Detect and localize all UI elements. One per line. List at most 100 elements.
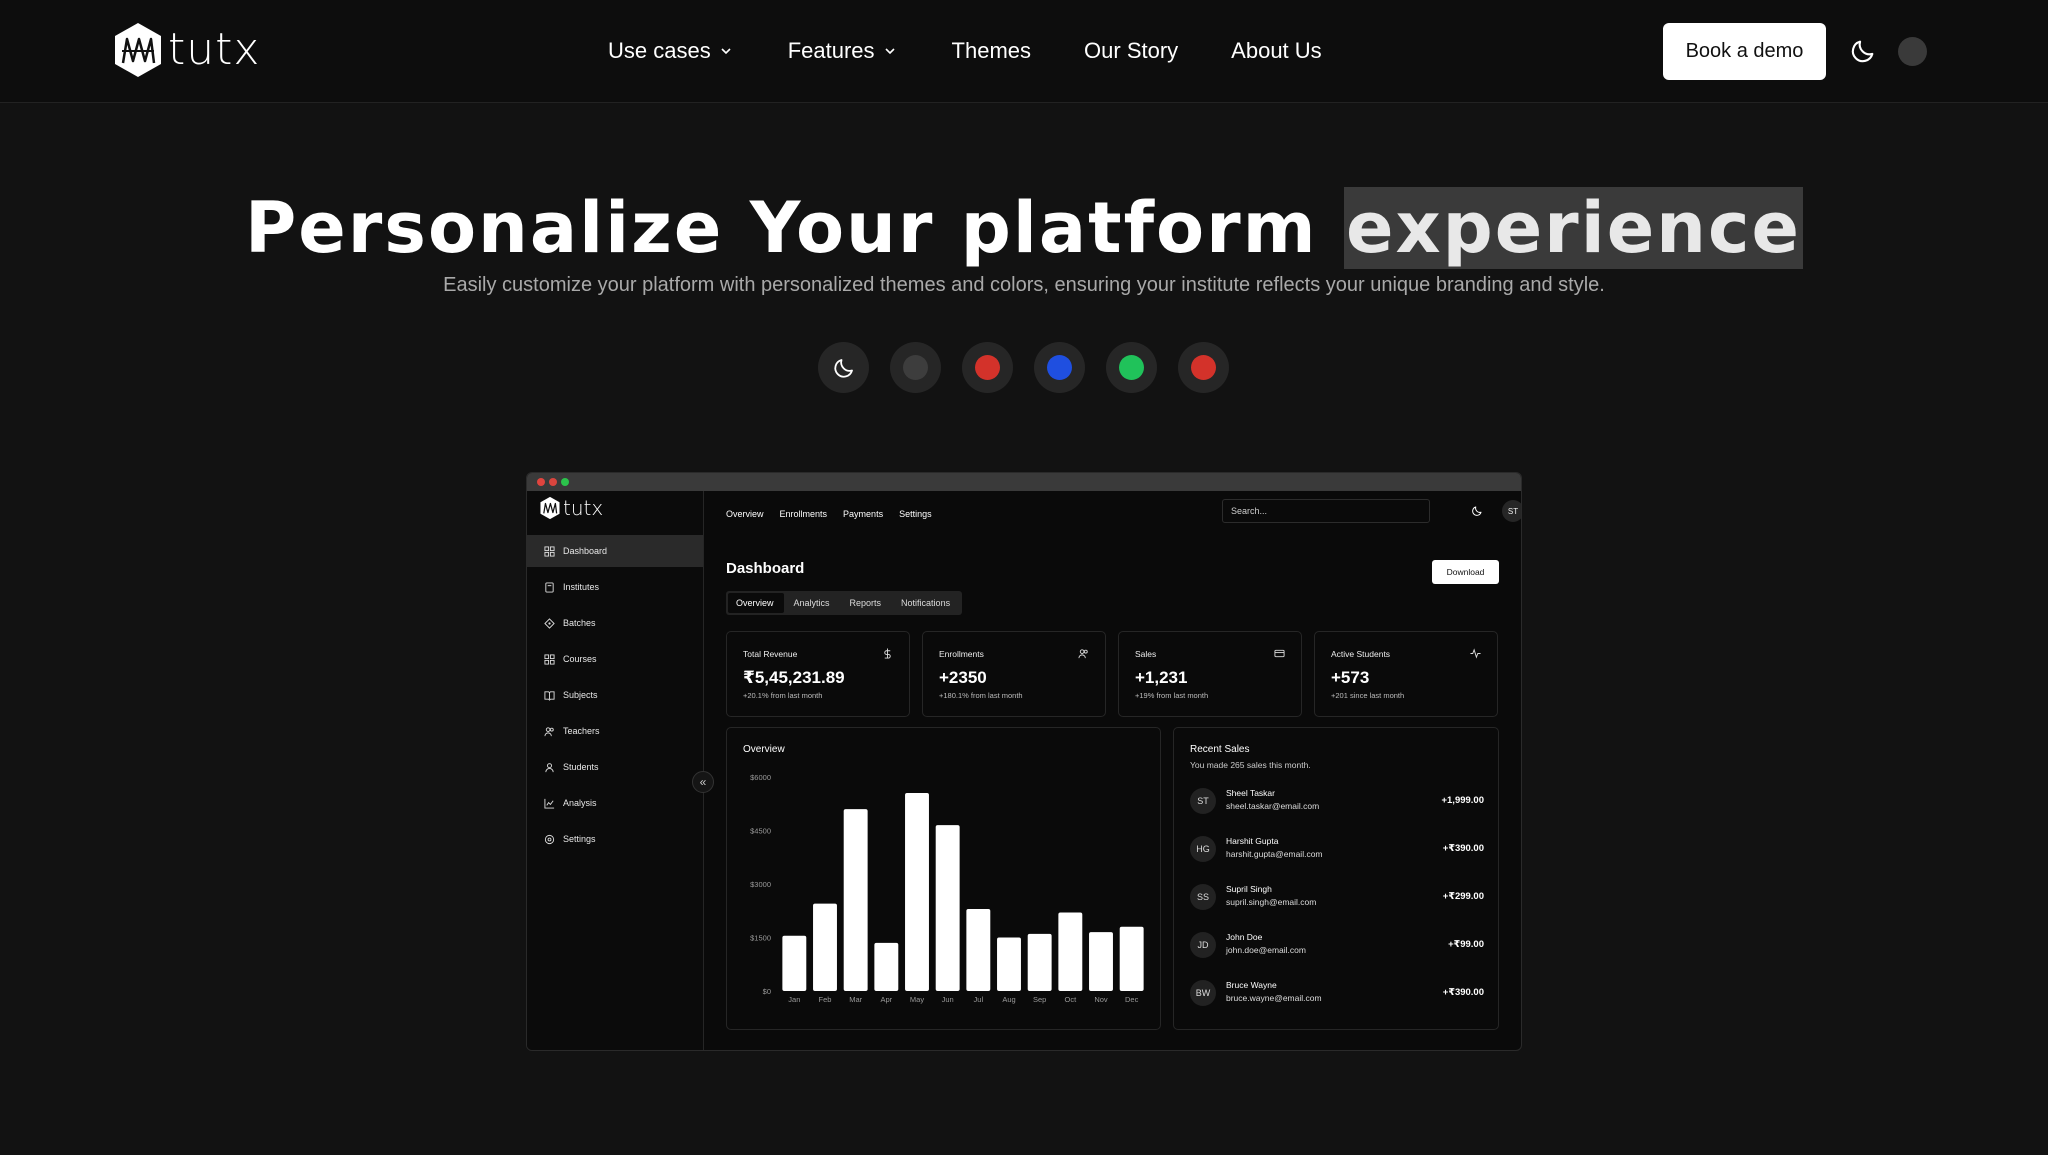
moon-icon[interactable]: [1471, 505, 1483, 517]
stat-card-enrollments: Enrollments +2350 +180.1% from last mont…: [922, 631, 1106, 717]
sidebar-collapse-button[interactable]: «: [692, 771, 714, 793]
tab-reports[interactable]: Reports: [842, 593, 892, 613]
sidebar-item-batches[interactable]: Batches: [527, 607, 703, 639]
nav-use-cases[interactable]: Use cases: [608, 38, 735, 64]
theme-dark-mode-button[interactable]: [818, 342, 869, 393]
theme-gray-button[interactable]: [890, 342, 941, 393]
bar-mar[interactable]: [843, 809, 868, 991]
brand-logo[interactable]: tutx: [112, 21, 260, 79]
activity-icon: [1470, 648, 1481, 659]
tab-overview[interactable]: Overview: [728, 593, 784, 613]
app-nav-payments[interactable]: Payments: [843, 509, 883, 519]
nav-features[interactable]: Features: [788, 38, 899, 64]
theme-red-alt-button[interactable]: [1178, 342, 1229, 393]
stat-value: +1,231: [1135, 668, 1188, 687]
traffic-light-maximize: [561, 478, 569, 486]
bar-nov[interactable]: [1089, 932, 1113, 991]
swatch-color: [1047, 355, 1072, 380]
stat-value: +573: [1331, 668, 1370, 687]
page-title: Dashboard: [726, 560, 805, 577]
bar-sep[interactable]: [1027, 933, 1052, 991]
traffic-light-close: [537, 478, 545, 486]
sale-amount: +1,999.00: [1441, 795, 1484, 806]
stat-label: Sales: [1135, 649, 1157, 659]
x-tick-label: Mar: [849, 995, 862, 1004]
bar-feb[interactable]: [813, 903, 837, 991]
swatch-color: [1191, 355, 1216, 380]
bar-jul[interactable]: [966, 908, 991, 991]
app-nav-settings[interactable]: Settings: [899, 509, 932, 519]
x-tick-label: Aug: [1002, 995, 1015, 1004]
bar-oct[interactable]: [1058, 912, 1083, 991]
dashboard-icon: [544, 545, 555, 557]
chevron-down-icon: [884, 48, 895, 55]
app-brand-wordmark: tutx: [563, 496, 604, 520]
dashboard-preview-window: tutx Dashboard Institutes Batches Course…: [526, 472, 1522, 1051]
list-item[interactable]: SS Supril Singh supril.singh@email.com +…: [1190, 884, 1484, 910]
traffic-light-minimize: [549, 478, 557, 486]
book-demo-button[interactable]: Book a demo: [1663, 23, 1826, 80]
app-brand-logo[interactable]: tutx: [539, 496, 603, 520]
hero-title-highlight: experience: [1343, 187, 1803, 269]
theme-blue-button[interactable]: [1034, 342, 1085, 393]
app-top-nav: Overview Enrollments Payments Settings: [726, 509, 932, 519]
stat-label: Enrollments: [939, 649, 984, 659]
main-nav: Use cases Features Themes Our Story Abou…: [608, 38, 1375, 64]
swatch-color: [975, 355, 1000, 380]
search-input[interactable]: [1222, 499, 1430, 523]
analysis-icon: [544, 798, 555, 809]
sidebar-item-label: Courses: [563, 654, 597, 664]
theme-green-button[interactable]: [1106, 342, 1157, 393]
avatar: ST: [1190, 788, 1216, 814]
sidebar-item-courses[interactable]: Courses: [527, 643, 703, 675]
nav-themes[interactable]: Themes: [952, 38, 1031, 64]
x-tick-label: Dec: [1125, 995, 1139, 1004]
x-tick-label: Nov: [1094, 995, 1108, 1004]
sidebar-item-institutes[interactable]: Institutes: [527, 571, 703, 603]
sidebar-item-settings[interactable]: Settings: [527, 823, 703, 855]
batches-icon: [544, 617, 555, 629]
avatar[interactable]: ST: [1502, 500, 1521, 522]
stat-change: +19% from last month: [1135, 691, 1209, 700]
customer-email: sheel.taskar@email.com: [1226, 801, 1320, 811]
stat-change: +180.1% from last month: [939, 691, 1023, 700]
stat-label: Active Students: [1331, 649, 1391, 659]
list-item[interactable]: JD John Doe john.doe@email.com +₹99.00: [1190, 932, 1484, 958]
bar-dec[interactable]: [1119, 926, 1144, 991]
bar-may[interactable]: [905, 793, 929, 991]
app-nav-overview[interactable]: Overview: [726, 509, 764, 519]
list-item[interactable]: ST Sheel Taskar sheel.taskar@email.com +…: [1190, 788, 1484, 814]
bar-aug[interactable]: [997, 937, 1021, 992]
theme-red-button[interactable]: [962, 342, 1013, 393]
theme-color-dot[interactable]: [1898, 37, 1927, 66]
download-button[interactable]: Download: [1432, 560, 1499, 584]
bar-jan[interactable]: [782, 935, 807, 991]
tab-analytics[interactable]: Analytics: [786, 593, 840, 613]
nav-about-us[interactable]: About Us: [1231, 38, 1322, 64]
sidebar-item-subjects[interactable]: Subjects: [527, 679, 703, 711]
sidebar-item-students[interactable]: Students: [527, 751, 703, 783]
bar-jun[interactable]: [935, 825, 960, 991]
app-nav-enrollments[interactable]: Enrollments: [780, 509, 828, 519]
moon-icon[interactable]: [1849, 37, 1877, 65]
sidebar-item-label: Batches: [563, 618, 596, 628]
recent-sales-description: You made 265 sales this month.: [1190, 760, 1311, 770]
nav-themes-label: Themes: [951, 38, 1032, 63]
avatar: SS: [1190, 884, 1216, 910]
moon-icon: [833, 358, 853, 378]
tab-notifications[interactable]: Notifications: [893, 593, 960, 613]
nav-our-story[interactable]: Our Story: [1084, 38, 1178, 64]
list-item[interactable]: HG Harshit Gupta harshit.gupta@email.com…: [1190, 836, 1484, 862]
sidebar-item-analysis[interactable]: Analysis: [527, 787, 703, 819]
bar-apr[interactable]: [874, 942, 899, 991]
customer-email: supril.singh@email.com: [1226, 897, 1317, 907]
x-tick-label: Oct: [1064, 995, 1077, 1004]
list-item[interactable]: BW Bruce Wayne bruce.wayne@email.com +₹3…: [1190, 980, 1484, 1006]
stat-card-total-revenue: Total Revenue ₹5,45,231.89 +20.1% from l…: [726, 631, 910, 717]
sidebar-item-teachers[interactable]: Teachers: [527, 715, 703, 747]
x-tick-label: May: [910, 995, 924, 1004]
customer-name: John Doe: [1226, 932, 1263, 942]
stat-card-sales: Sales +1,231 +19% from last month: [1118, 631, 1302, 717]
sidebar-item-dashboard[interactable]: Dashboard: [527, 535, 703, 567]
sale-amount: +₹99.00: [1448, 939, 1484, 950]
